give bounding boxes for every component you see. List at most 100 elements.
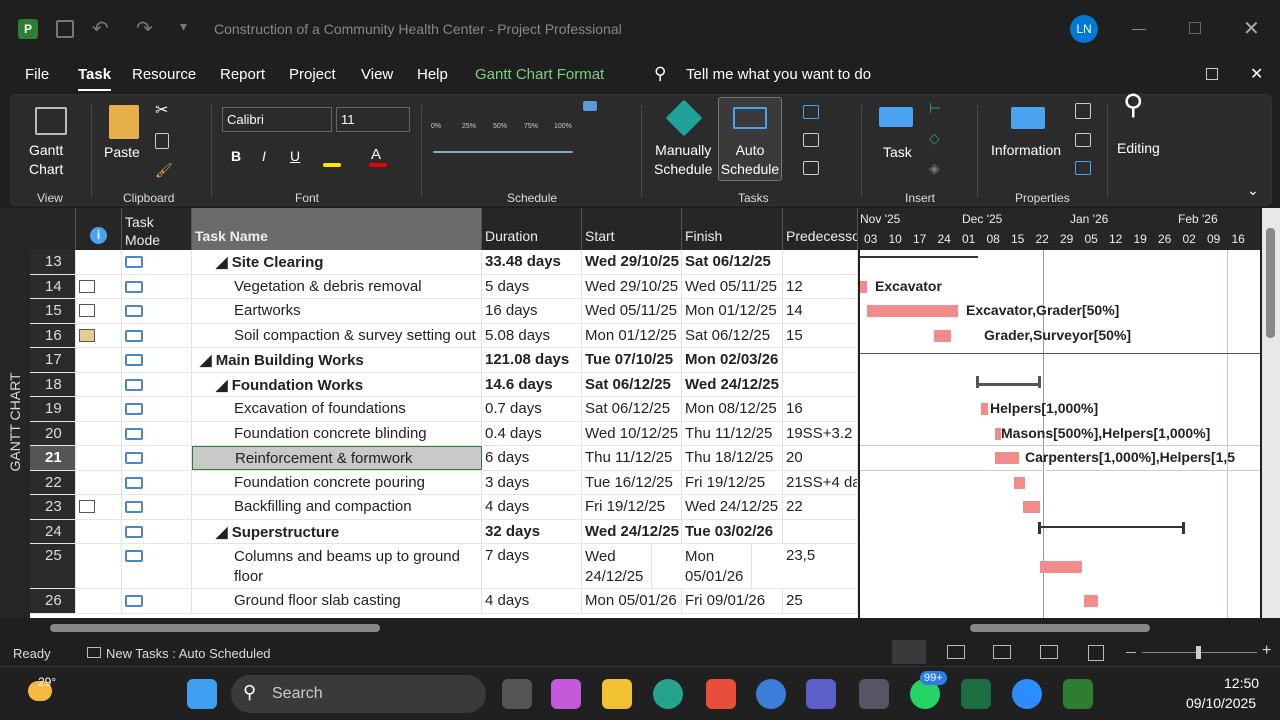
task-name-cell[interactable]: Eartworks xyxy=(192,299,482,323)
inspect-icon[interactable] xyxy=(803,105,819,119)
tab-report[interactable]: Report xyxy=(220,66,265,83)
report-shortcut-icon[interactable] xyxy=(1088,645,1104,661)
task-name-cell[interactable]: ◢ Main Building Works xyxy=(192,348,482,372)
indicator-cell[interactable] xyxy=(76,250,122,274)
column-header-predecessors[interactable]: Predecessors xyxy=(783,208,858,250)
duration-cell[interactable]: 14.6 days xyxy=(482,372,582,396)
start-cell[interactable]: Wed 29/10/25 xyxy=(582,274,682,298)
start-cell[interactable]: Wed 05/11/25 xyxy=(582,299,682,323)
task-mode-cell[interactable] xyxy=(122,250,192,274)
finish-cell[interactable]: Wed 24/12/25 xyxy=(682,372,783,396)
gantt-horizontal-scrollbar[interactable] xyxy=(860,620,1260,636)
bold-button[interactable]: B xyxy=(231,147,241,166)
table-row[interactable]: 22 Foundation concrete pouring 3 days Tue 1… xyxy=(30,470,858,495)
gantt-view-shortcut-icon[interactable] xyxy=(892,640,926,664)
add-timeline-icon[interactable] xyxy=(1075,161,1091,175)
resource-indicator-icon[interactable] xyxy=(79,304,95,317)
start-cell[interactable]: Wed 29/10/25 xyxy=(582,250,682,274)
tab-help[interactable]: Help xyxy=(417,66,448,83)
clock-time[interactable]: 12:50 xyxy=(1224,675,1259,691)
task-mode-cell[interactable] xyxy=(122,274,192,298)
manually-schedule-button[interactable]: Manually Schedule xyxy=(654,141,712,179)
task-mode-cell[interactable] xyxy=(122,397,192,421)
predecessors-cell[interactable]: 14 xyxy=(783,299,858,323)
notes-icon[interactable] xyxy=(1075,103,1091,119)
task-name-cell[interactable]: Foundation concrete blinding xyxy=(192,421,482,445)
restore-icon[interactable] xyxy=(1189,22,1201,34)
resource-sheet-shortcut-icon[interactable] xyxy=(1040,645,1058,659)
task-mode-cell[interactable] xyxy=(122,495,192,519)
save-icon[interactable] xyxy=(56,20,74,38)
mark-on-track-icon[interactable] xyxy=(583,101,597,111)
finish-cell[interactable]: Fri 19/12/25 xyxy=(682,470,783,494)
pct-75-button[interactable]: 75% xyxy=(524,123,538,130)
finish-cell[interactable]: Tue 03/02/26 xyxy=(682,519,783,543)
predecessors-cell[interactable] xyxy=(783,348,858,372)
predecessors-cell[interactable]: 12 xyxy=(783,274,858,298)
task-mode-cell[interactable] xyxy=(122,421,192,445)
indicator-cell[interactable] xyxy=(76,421,122,445)
resource-indicator-icon[interactable] xyxy=(79,279,95,293)
move-icon[interactable] xyxy=(803,133,819,147)
font-size-select[interactable]: 11 xyxy=(336,107,410,132)
predecessors-cell[interactable] xyxy=(783,519,858,543)
resource-indicator-icon[interactable] xyxy=(79,500,95,513)
duration-cell[interactable]: 5.08 days xyxy=(482,323,582,347)
table-row[interactable]: 13 ◢ Site Clearing 33.48 days Wed 29/10/25 S… xyxy=(30,250,858,275)
duration-cell[interactable]: 4 days xyxy=(482,589,582,613)
table-row[interactable]: 23 Backfilling and compaction 4 days Fri 19… xyxy=(30,495,858,520)
task-mode-cell[interactable] xyxy=(122,446,192,470)
duration-cell[interactable]: 6 days xyxy=(482,446,582,470)
zoom-icon[interactable] xyxy=(1012,679,1042,709)
column-header-duration[interactable]: Duration xyxy=(482,208,582,250)
team-planner-shortcut-icon[interactable] xyxy=(993,645,1011,659)
copy-icon[interactable] xyxy=(155,133,169,149)
indicator-cell[interactable] xyxy=(76,446,122,470)
duration-cell[interactable]: 5 days xyxy=(482,274,582,298)
predecessors-cell[interactable]: 22 xyxy=(783,495,858,519)
indicator-cell[interactable] xyxy=(76,589,122,613)
close-icon[interactable]: ✕ xyxy=(1243,16,1260,41)
predecessors-cell[interactable]: 19SS+3.2 d xyxy=(783,421,858,445)
table-row[interactable]: 16 Soil compaction & survey setting out 5.… xyxy=(30,323,858,348)
indicator-cell[interactable] xyxy=(76,274,122,298)
zoom-slider[interactable] xyxy=(1142,646,1257,659)
respect-links-icon[interactable] xyxy=(433,151,573,153)
customize-qat-icon[interactable]: ▾ xyxy=(180,18,187,35)
font-color-icon[interactable]: A xyxy=(371,145,381,164)
finish-cell[interactable]: Sat 06/12/25 xyxy=(682,250,783,274)
table-row[interactable]: 17 ◢ Main Building Works 121.08 days Tue 07… xyxy=(30,348,858,373)
indicator-cell[interactable] xyxy=(76,299,122,323)
undo-icon[interactable]: ↶ xyxy=(92,16,109,41)
table-row[interactable]: 20 Foundation concrete blinding 0.4 days We… xyxy=(30,421,858,446)
indicator-cell[interactable] xyxy=(76,397,122,421)
redo-icon[interactable]: ↷ xyxy=(136,16,153,41)
editing-button[interactable]: Editing xyxy=(1117,139,1160,158)
minimize-icon[interactable] xyxy=(1132,29,1146,30)
task-mode-cell[interactable] xyxy=(122,544,192,588)
project-taskbar-icon[interactable] xyxy=(1063,679,1093,709)
user-avatar[interactable]: LN xyxy=(1070,15,1098,43)
taskbar-search-label[interactable]: Search xyxy=(272,685,323,703)
app-chart-icon[interactable] xyxy=(859,679,889,709)
file-explorer-icon[interactable] xyxy=(602,679,632,709)
start-cell[interactable]: Wed 24/12/25 xyxy=(582,544,652,588)
finish-cell[interactable]: Thu 18/12/25 xyxy=(682,446,783,470)
collapse-ribbon-icon[interactable]: ⌄ xyxy=(1247,181,1259,200)
ribbon-display-icon[interactable] xyxy=(1206,68,1218,80)
predecessors-cell[interactable] xyxy=(783,372,858,396)
new-tasks-status[interactable]: New Tasks : Auto Scheduled xyxy=(106,646,271,661)
pct-25-button[interactable]: 25% xyxy=(462,123,476,130)
predecessors-cell[interactable]: 16 xyxy=(783,397,858,421)
start-cell[interactable]: Tue 16/12/25 xyxy=(582,470,682,494)
duration-cell[interactable]: 121.08 days xyxy=(482,348,582,372)
predecessors-cell[interactable]: 23,5 xyxy=(783,544,858,588)
tab-gantt-chart-format[interactable]: Gantt Chart Format xyxy=(475,66,604,83)
highlight-color-icon[interactable] xyxy=(323,163,341,167)
indicator-cell[interactable] xyxy=(76,348,122,372)
tell-me-search[interactable]: Tell me what you want to do xyxy=(686,66,871,83)
task-usage-shortcut-icon[interactable] xyxy=(947,645,965,659)
resource-indicator-icon[interactable] xyxy=(79,328,95,342)
finish-cell[interactable]: Thu 11/12/25 xyxy=(682,421,783,445)
zoom-out-icon[interactable] xyxy=(1126,652,1136,653)
